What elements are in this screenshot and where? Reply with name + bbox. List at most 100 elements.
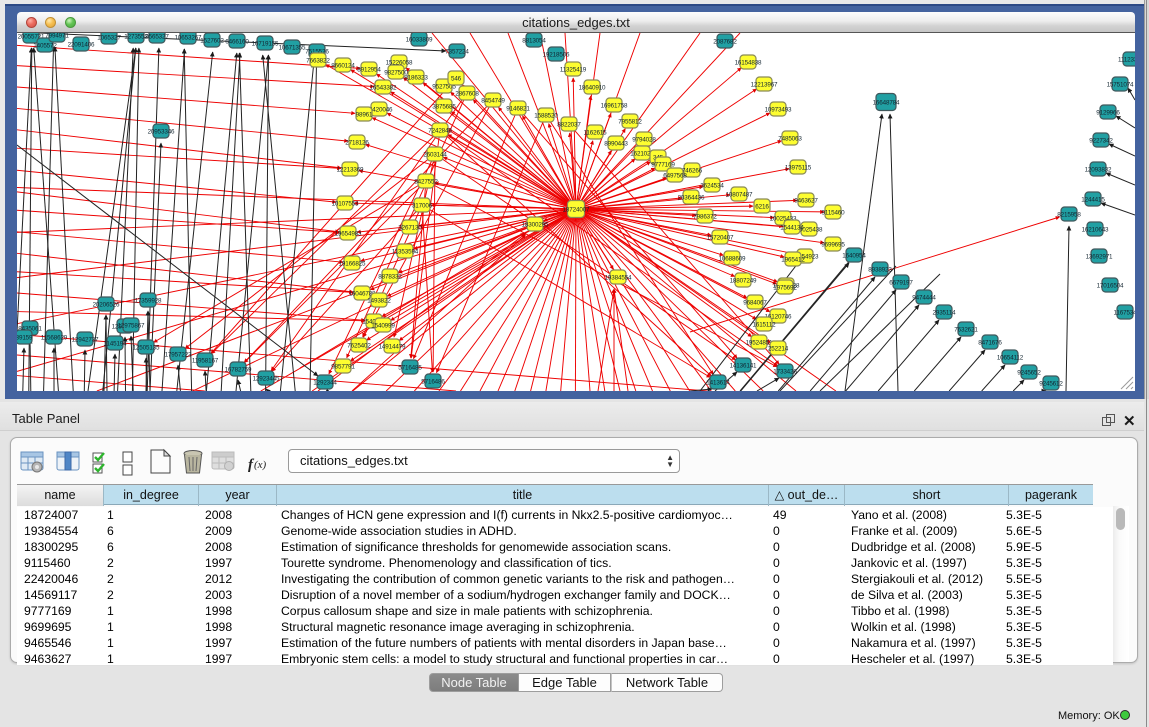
svg-text:10807487: 10807487 (726, 191, 753, 198)
svg-text:2935114: 2935114 (933, 309, 957, 316)
svg-text:18807249: 18807249 (730, 277, 757, 284)
svg-text:11568629: 11568629 (41, 334, 68, 341)
svg-text:2718126: 2718126 (345, 139, 369, 146)
svg-text:317006: 317006 (412, 202, 433, 209)
svg-text:98961: 98961 (356, 111, 373, 118)
svg-text:2867608: 2867608 (455, 90, 479, 97)
svg-text:12213369: 12213369 (337, 166, 364, 173)
svg-text:17957223: 17957223 (165, 351, 192, 358)
svg-text:1588520: 1588520 (534, 112, 558, 119)
svg-text:1640954: 1640954 (842, 252, 866, 259)
svg-text:9463627: 9463627 (794, 197, 818, 204)
svg-text:1965412: 1965412 (781, 256, 805, 263)
svg-text:1544134: 1544134 (780, 224, 804, 231)
svg-text:9245652: 9245652 (1017, 369, 1041, 376)
svg-text:1527602: 1527602 (200, 37, 224, 44)
svg-text:3875685: 3875685 (432, 103, 456, 110)
svg-text:8912954: 8912954 (357, 66, 381, 73)
svg-text:9777169: 9777169 (651, 161, 675, 168)
svg-text:16782759: 16782759 (225, 366, 252, 373)
svg-text:19166825: 19166825 (339, 260, 366, 267)
svg-text:18300295: 18300295 (522, 221, 549, 228)
svg-text:11353594: 11353594 (392, 248, 419, 255)
svg-text:5716485: 5716485 (398, 364, 422, 371)
svg-text:19218506: 19218506 (543, 51, 570, 58)
svg-text:16210643: 16210643 (1082, 226, 1109, 233)
svg-text:9129966: 9129966 (1096, 109, 1120, 116)
svg-text:10719155: 10719155 (252, 40, 279, 47)
svg-text:7955812: 7955812 (618, 118, 642, 125)
svg-text:9857791: 9857791 (331, 363, 355, 370)
svg-text:9684067: 9684067 (743, 299, 767, 306)
svg-text:8990443: 8990443 (604, 140, 628, 147)
svg-text:7357224: 7357224 (445, 48, 469, 55)
svg-text:1493822: 1493822 (367, 297, 391, 304)
svg-text:9115460: 9115460 (822, 209, 846, 216)
svg-text:1167534: 1167534 (1114, 309, 1136, 316)
svg-text:1145194: 1145194 (104, 340, 128, 347)
svg-text:8427552: 8427552 (414, 178, 438, 185)
svg-text:8878332: 8878332 (378, 273, 402, 280)
svg-text:10107553: 10107553 (332, 200, 359, 207)
svg-text:8813054: 8813054 (522, 37, 546, 44)
svg-text:10654112: 10654112 (997, 354, 1024, 361)
svg-text:2603144: 2603144 (423, 151, 447, 158)
svg-text:14914479: 14914479 (379, 343, 406, 350)
svg-text:6216: 6216 (755, 203, 769, 210)
svg-text:6497568: 6497568 (663, 172, 687, 179)
svg-text:12093832: 12093832 (1085, 166, 1112, 173)
svg-text:1615112: 1615112 (753, 321, 777, 328)
svg-text:1733426: 1733426 (773, 368, 797, 375)
svg-text:7632621: 7632621 (954, 326, 978, 333)
svg-text:20953346: 20953346 (148, 128, 175, 135)
svg-text:12213967: 12213967 (751, 81, 778, 88)
svg-text:252214: 252214 (768, 345, 789, 352)
svg-text:1413614: 1413614 (706, 379, 730, 386)
svg-text:1065327: 1065327 (97, 34, 121, 41)
svg-text:(x): (x) (254, 459, 267, 471)
svg-text:16543382: 16543382 (370, 84, 397, 91)
svg-text:10688609: 10688609 (719, 255, 746, 262)
svg-text:9794028: 9794028 (632, 136, 656, 143)
svg-text:20364436: 20364436 (678, 194, 705, 201)
svg-text:7986372: 7986372 (693, 213, 717, 220)
svg-text:8454749: 8454749 (481, 97, 505, 104)
svg-text:22091406: 22091406 (68, 41, 95, 48)
svg-text:11325419: 11325419 (560, 66, 587, 73)
svg-text:10653267: 10653267 (175, 34, 202, 41)
svg-text:20206526: 20206526 (93, 301, 120, 308)
svg-text:16648784: 16648784 (873, 99, 900, 106)
svg-text:12505135: 12505135 (133, 344, 160, 351)
svg-text:8215958: 8215958 (1057, 211, 1081, 218)
svg-text:13692971: 13692971 (1086, 253, 1113, 260)
svg-text:8186323: 8186323 (404, 74, 428, 81)
svg-text:11958167: 11958167 (192, 357, 219, 364)
svg-text:1292344: 1292344 (313, 379, 337, 386)
svg-text:546: 546 (451, 75, 462, 82)
svg-text:1975692: 1975692 (773, 284, 797, 291)
svg-text:1405572: 1405572 (33, 42, 57, 49)
svg-text:9146821: 9146821 (506, 105, 530, 112)
svg-text:7485063: 7485063 (778, 135, 802, 142)
svg-text:9565327: 9565327 (145, 33, 169, 40)
svg-text:3267130: 3267130 (398, 224, 422, 231)
svg-text:12942737: 12942737 (72, 336, 99, 343)
svg-text:1540999: 1540999 (371, 322, 395, 329)
svg-text:8938923: 8938923 (868, 266, 892, 273)
svg-text:16961758: 16961758 (601, 102, 628, 109)
svg-text:16154838: 16154838 (735, 59, 762, 66)
svg-text:18640910: 18640910 (579, 84, 606, 91)
svg-text:10671355: 10671355 (279, 44, 306, 51)
svg-text:11123345: 11123345 (1118, 56, 1135, 63)
svg-text:9699695: 9699695 (821, 241, 845, 248)
svg-text:9227342: 9227342 (1089, 137, 1113, 144)
svg-text:7625402: 7625402 (347, 342, 371, 349)
svg-text:18724007: 18724007 (563, 206, 590, 213)
svg-text:8822037: 8822037 (557, 121, 581, 128)
svg-text:8660124: 8660124 (331, 62, 355, 69)
svg-text:14136141: 14136141 (730, 362, 757, 369)
svg-text:12923445: 12923445 (253, 375, 280, 382)
svg-text:5716486: 5716486 (421, 378, 445, 385)
svg-text:2087682: 2087682 (713, 38, 737, 45)
svg-text:15751074: 15751074 (1107, 81, 1134, 88)
